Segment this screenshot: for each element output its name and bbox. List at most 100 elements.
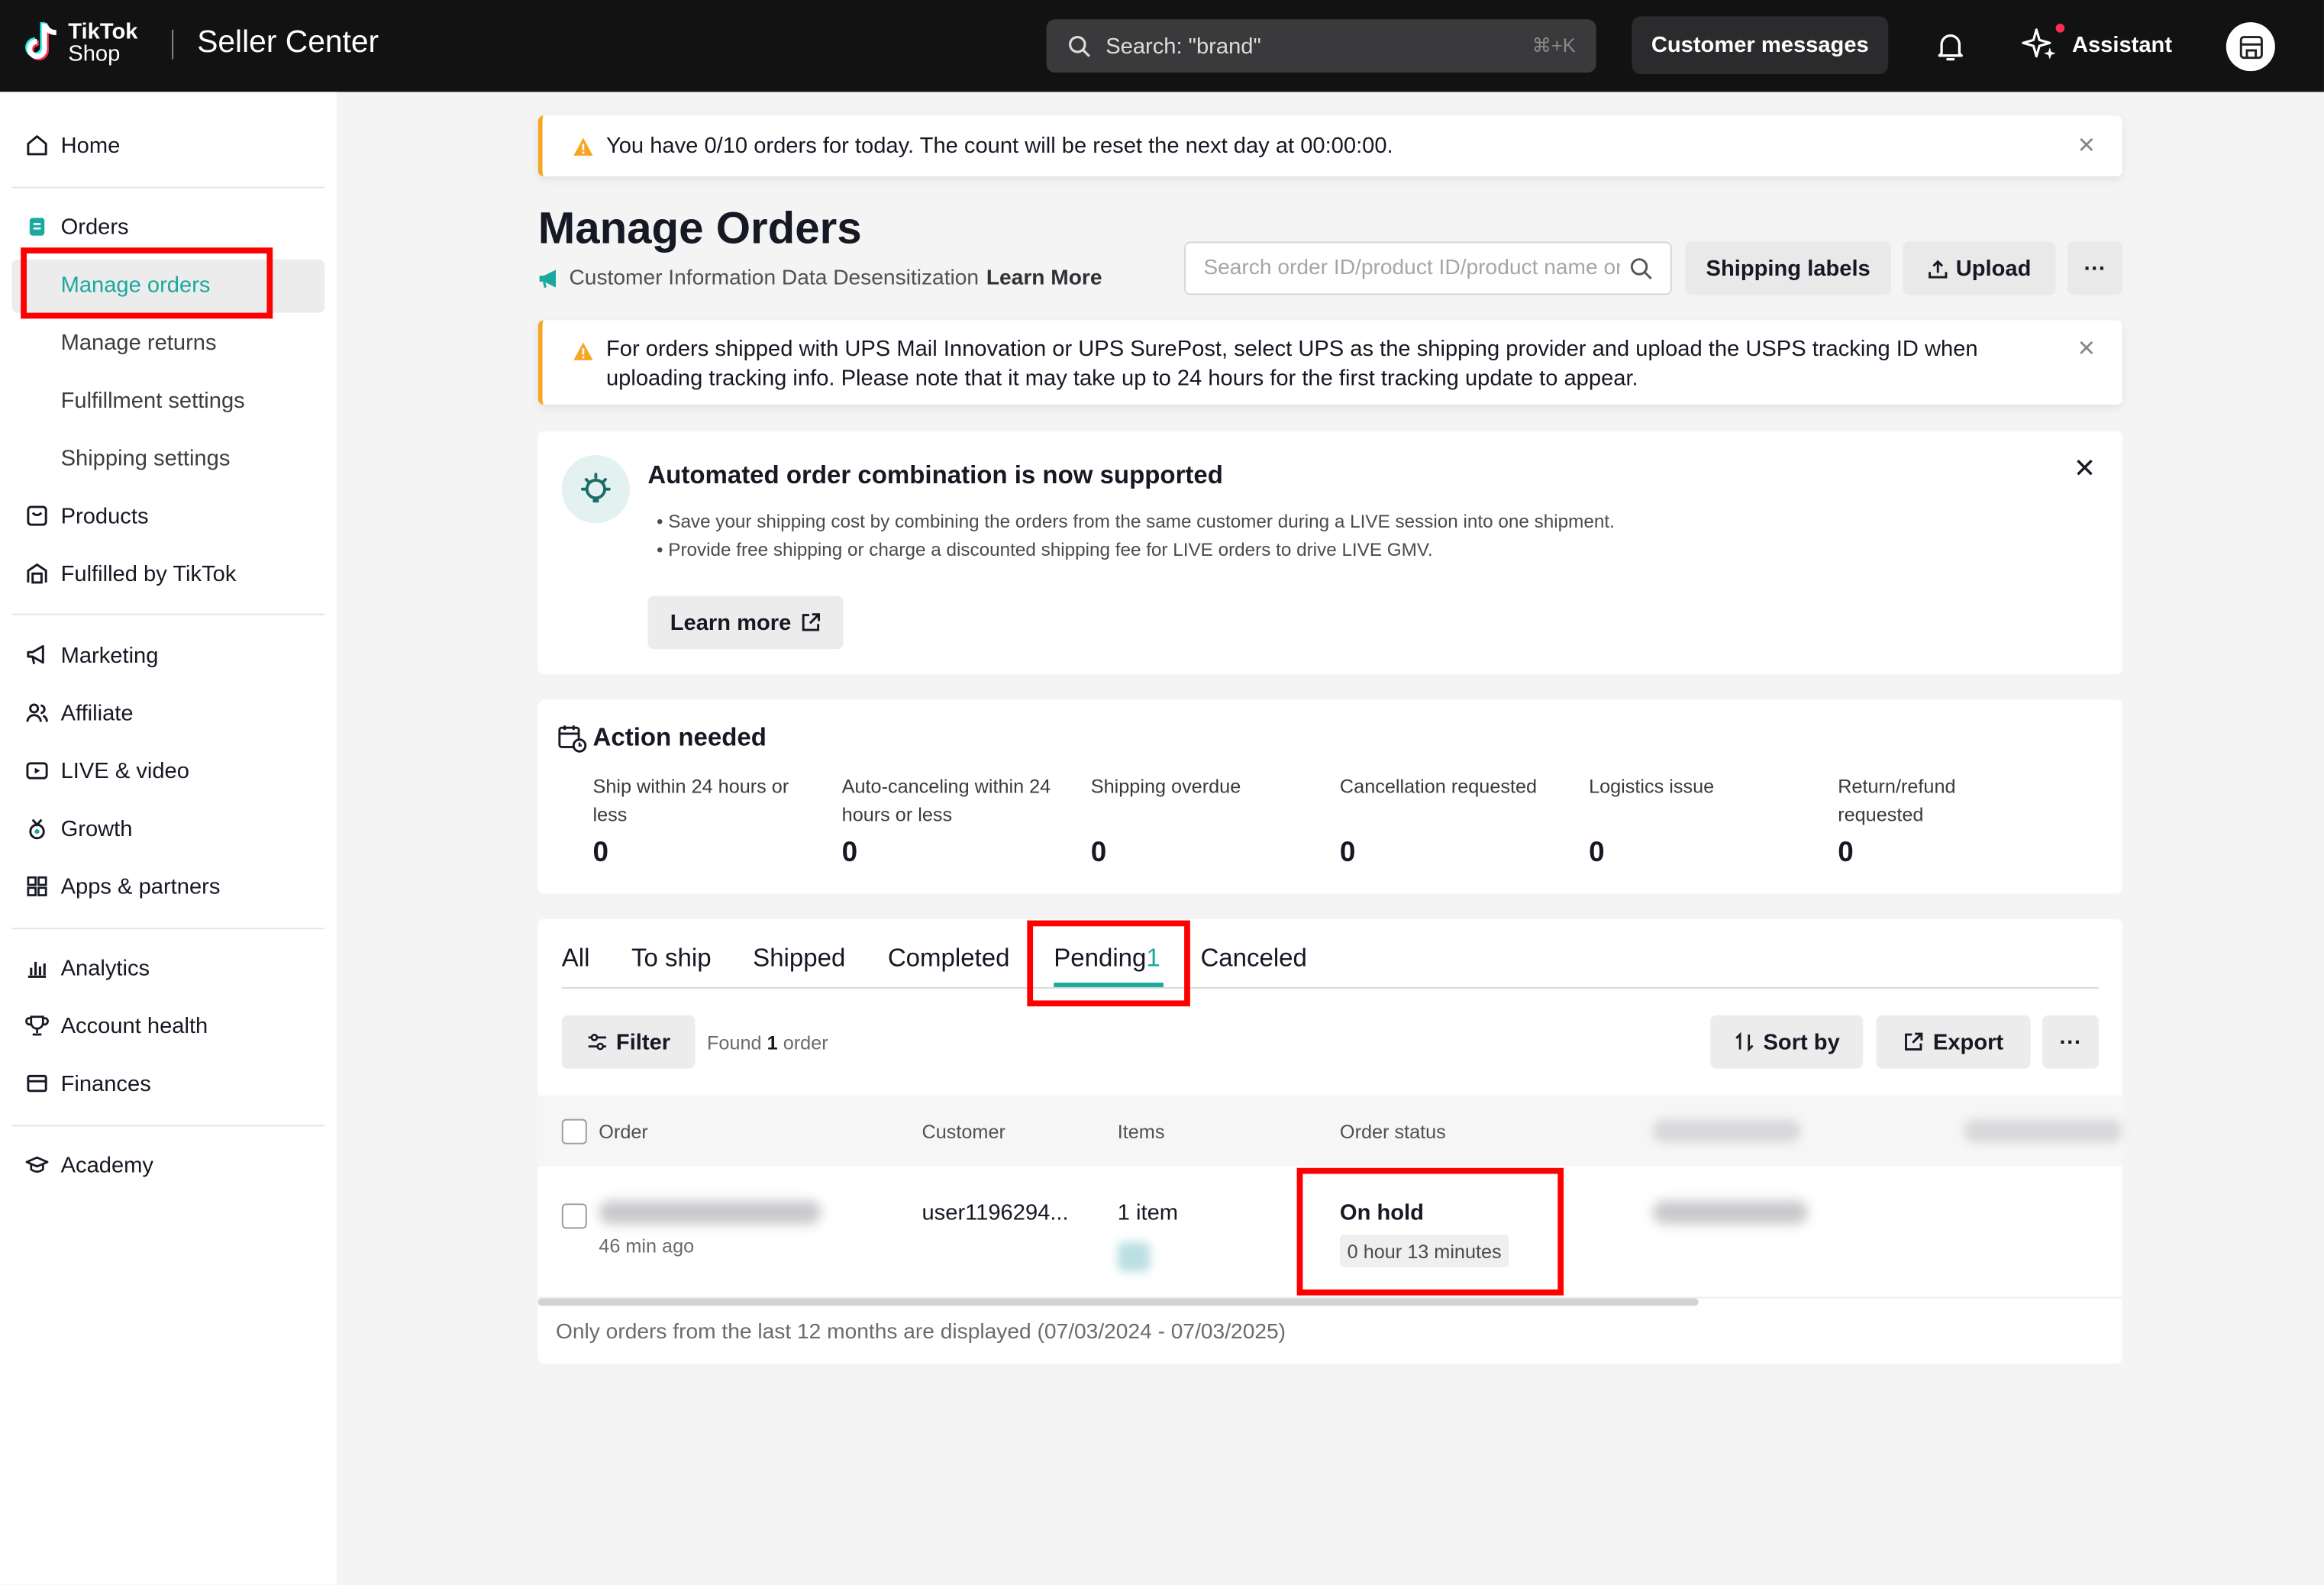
sidebar-item-label: Finances bbox=[60, 1070, 151, 1096]
upload-button[interactable]: Upload bbox=[1903, 241, 2056, 295]
more-options-button[interactable]: ··· bbox=[2067, 241, 2122, 295]
close-icon[interactable]: ✕ bbox=[2074, 454, 2096, 485]
column-header-order-status[interactable]: Order status bbox=[1340, 1121, 1446, 1143]
sidebar-item-live-video[interactable]: LIVE & video bbox=[24, 748, 189, 792]
metric-shipping-overdue[interactable]: Shipping overdue 0 bbox=[1091, 772, 1313, 870]
ups-banner: For orders shipped with UPS Mail Innovat… bbox=[537, 320, 2122, 405]
shop-avatar[interactable] bbox=[2226, 22, 2275, 72]
found-count-text: Found 1 order bbox=[707, 1031, 828, 1054]
calendar-clock-icon bbox=[558, 725, 587, 753]
blurred-order-id[interactable] bbox=[599, 1200, 821, 1225]
sidebar-item-account-health[interactable]: Account health bbox=[24, 1003, 208, 1048]
metric-value: 0 bbox=[841, 837, 858, 869]
search-icon[interactable] bbox=[1628, 257, 1652, 280]
metric-auto-canceling[interactable]: Auto-canceling within 24 hours or less 0 bbox=[842, 772, 1064, 870]
learn-more-link[interactable]: Learn More bbox=[986, 266, 1102, 290]
sidebar-item-manage-returns[interactable]: Manage returns bbox=[61, 320, 217, 364]
metric-label: Shipping overdue bbox=[1090, 775, 1241, 798]
external-link-icon bbox=[802, 613, 820, 631]
column-header-order[interactable]: Order bbox=[599, 1121, 648, 1143]
ups-banner-text: For orders shipped with UPS Mail Innovat… bbox=[606, 335, 1978, 395]
sidebar-item-analytics[interactable]: Analytics bbox=[24, 946, 150, 990]
sidebar-item-fulfillment-settings[interactable]: Fulfillment settings bbox=[61, 378, 245, 422]
horizontal-scrollbar[interactable] bbox=[537, 1298, 1699, 1306]
trophy-icon bbox=[24, 1012, 50, 1039]
divider bbox=[11, 186, 325, 189]
sidebar-item-products[interactable]: Products bbox=[24, 493, 149, 537]
select-all-checkbox[interactable] bbox=[561, 1119, 587, 1144]
row-checkbox[interactable] bbox=[561, 1203, 587, 1229]
metric-cancellation-requested[interactable]: Cancellation requested 0 bbox=[1340, 772, 1562, 870]
desensitization-text: Customer Information Data Desensitizatio… bbox=[569, 266, 980, 291]
tab-canceled[interactable]: Canceled bbox=[1200, 944, 1306, 974]
product-thumbnail[interactable] bbox=[1117, 1241, 1151, 1272]
sidebar-item-home[interactable]: Home bbox=[24, 123, 120, 167]
megaphone-icon bbox=[539, 270, 556, 288]
apps-grid-icon bbox=[24, 873, 50, 899]
found-suffix: order bbox=[783, 1031, 828, 1054]
store-icon bbox=[2238, 35, 2262, 59]
metric-value: 0 bbox=[1090, 837, 1107, 869]
brand-top: TikTok bbox=[68, 19, 138, 45]
more-options-button[interactable]: ··· bbox=[2042, 1015, 2099, 1069]
products-icon bbox=[24, 502, 50, 529]
bar-chart-icon bbox=[24, 954, 50, 981]
sort-by-button[interactable]: Sort by bbox=[1710, 1015, 1864, 1069]
customer-messages-button[interactable]: Customer messages bbox=[1632, 16, 1889, 75]
action-needed-header: Action needed bbox=[557, 723, 767, 753]
sidebar-item-shipping-settings[interactable]: Shipping settings bbox=[61, 436, 231, 480]
tiktok-shop-logo[interactable]: TikTok Shop bbox=[24, 21, 137, 65]
date-range-footnote: Only orders from the last 12 months are … bbox=[555, 1320, 1286, 1345]
metric-value: 0 bbox=[1589, 837, 1605, 869]
sidebar-item-label: Academy bbox=[60, 1152, 153, 1178]
combination-bullet-2: Provide free shipping or charge a discou… bbox=[668, 539, 1433, 560]
metric-value: 0 bbox=[1339, 837, 1356, 869]
metric-ship-within-24h[interactable]: Ship within 24 hours or less 0 bbox=[593, 772, 815, 870]
column-header-items[interactable]: Items bbox=[1118, 1121, 1165, 1143]
found-count: 1 bbox=[767, 1031, 778, 1054]
sidebar-item-label: Marketing bbox=[60, 642, 159, 668]
medal-icon bbox=[24, 815, 50, 842]
sidebar-item-academy[interactable]: Academy bbox=[24, 1143, 153, 1187]
page-title: Manage Orders bbox=[537, 204, 862, 253]
tab-all[interactable]: All bbox=[562, 944, 590, 974]
metric-value: 0 bbox=[1838, 837, 1854, 869]
sidebar-item-finances[interactable]: Finances bbox=[24, 1061, 151, 1106]
sidebar-item-orders[interactable]: Orders bbox=[24, 205, 129, 249]
metric-logistics-issue[interactable]: Logistics issue 0 bbox=[1589, 772, 1811, 870]
assistant-button[interactable]: Assistant bbox=[2022, 24, 2173, 63]
highlight-manage-orders bbox=[21, 247, 273, 319]
combination-learn-more-button[interactable]: Learn more bbox=[647, 596, 844, 650]
divider bbox=[11, 928, 325, 930]
search-placeholder: Search: "brand" bbox=[1106, 33, 1261, 59]
sidebar-item-growth[interactable]: Growth bbox=[24, 806, 132, 851]
items-count[interactable]: 1 item bbox=[1118, 1200, 1178, 1225]
assistant-label: Assistant bbox=[2071, 31, 2173, 57]
action-needed-title: Action needed bbox=[592, 723, 767, 752]
tab-completed[interactable]: Completed bbox=[888, 944, 1010, 974]
metric-return-refund-requested[interactable]: Return/refund requested 0 bbox=[1838, 772, 2001, 870]
upload-icon bbox=[1928, 259, 1947, 278]
close-icon[interactable]: ✕ bbox=[2077, 132, 2096, 159]
sidebar-item-affiliate[interactable]: Affiliate bbox=[24, 691, 134, 735]
highlight-pending-tab bbox=[1027, 920, 1190, 1007]
customer-name[interactable]: user1196294... bbox=[922, 1200, 1068, 1225]
filter-button[interactable]: Filter bbox=[561, 1015, 696, 1069]
tab-to-ship[interactable]: To ship bbox=[631, 944, 712, 974]
order-search-placeholder: Search order ID/product ID/product name … bbox=[1203, 256, 1620, 280]
sidebar-item-marketing[interactable]: Marketing bbox=[24, 633, 158, 677]
sidebar-item-apps-partners[interactable]: Apps & partners bbox=[24, 864, 220, 909]
shipping-labels-button[interactable]: Shipping labels bbox=[1685, 241, 1892, 295]
video-icon bbox=[24, 757, 50, 784]
metric-label: Cancellation requested bbox=[1339, 775, 1538, 798]
global-search-input[interactable]: Search: "brand" ⌘+K bbox=[1046, 19, 1596, 73]
tab-shipped[interactable]: Shipped bbox=[753, 944, 845, 974]
notification-bell-icon[interactable] bbox=[1932, 28, 1968, 64]
metric-label: Return/refund requested bbox=[1838, 775, 1956, 826]
sidebar-item-fulfilled-by-tiktok[interactable]: Fulfilled by TikTok bbox=[24, 551, 236, 596]
sidebar-item-label: LIVE & video bbox=[60, 757, 189, 783]
column-header-customer[interactable]: Customer bbox=[922, 1121, 1005, 1143]
order-search-input[interactable]: Search order ID/product ID/product name … bbox=[1184, 241, 1672, 295]
close-icon[interactable]: ✕ bbox=[2077, 335, 2096, 365]
export-button[interactable]: Export bbox=[1876, 1015, 2031, 1069]
